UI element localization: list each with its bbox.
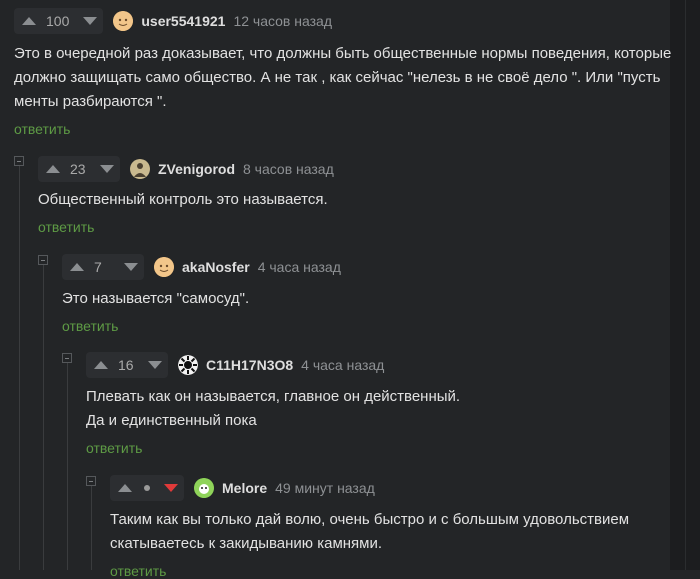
- upvote-icon[interactable]: [118, 484, 132, 492]
- avatar[interactable]: [194, 478, 214, 498]
- text-line: Это в очередной раз доказывает, что долж…: [14, 45, 672, 62]
- vote-box: 100: [14, 8, 104, 34]
- avatar-creature-icon: [194, 478, 214, 498]
- comment-header: 100 user5541921 12 часов назад: [14, 8, 332, 34]
- comment-header: 23 ZVenigorod 8 часов назад: [38, 156, 334, 182]
- comment-header: 16 C11H17N3O8 4 часа назад: [86, 352, 384, 378]
- username[interactable]: akaNosfer: [182, 259, 250, 275]
- vote-box: 7: [62, 254, 144, 280]
- text-line: Плевать как он называется, главное он де…: [86, 388, 461, 405]
- text-line: Да и единственный пока: [86, 412, 257, 429]
- comment-text: Это называется "самосуд".: [62, 287, 249, 311]
- avatar[interactable]: [113, 11, 134, 31]
- avatar[interactable]: [178, 355, 198, 375]
- avatar-face-icon: [154, 257, 174, 277]
- score: 23: [70, 161, 86, 177]
- vote-box: [110, 475, 184, 501]
- reply-link[interactable]: ответить: [38, 219, 94, 235]
- downvote-icon[interactable]: [83, 17, 98, 25]
- text-line: скатываетесь к закидыванию камнями.: [110, 535, 383, 552]
- username[interactable]: ZVenigorod: [158, 161, 235, 177]
- reply-link[interactable]: ответить: [86, 440, 142, 456]
- thread-line-3: [67, 363, 68, 570]
- upvote-icon[interactable]: [46, 165, 60, 173]
- reply-link[interactable]: ответить: [14, 121, 70, 137]
- avatar-figure-icon: [130, 159, 150, 179]
- vote-box: 23: [38, 156, 120, 182]
- text-line: Таким как вы только дай волю, очень быст…: [110, 511, 630, 528]
- comment-text: Общественный контроль это называется.: [38, 188, 328, 212]
- upvote-icon[interactable]: [94, 361, 108, 369]
- collapse-thread-3-button[interactable]: [62, 353, 72, 363]
- reply-link[interactable]: ответить: [62, 318, 118, 334]
- thread-line-4: [91, 486, 92, 570]
- right-divider: [685, 0, 686, 570]
- thread-line-2: [43, 265, 44, 570]
- collapse-thread-4-button[interactable]: [86, 476, 96, 486]
- collapse-thread-2-button[interactable]: [38, 255, 48, 265]
- timestamp[interactable]: 4 часа назад: [258, 259, 341, 275]
- timestamp[interactable]: 12 часов назад: [233, 13, 332, 29]
- timestamp[interactable]: 8 часов назад: [243, 161, 334, 177]
- avatar-face-icon: [113, 11, 134, 31]
- downvote-icon[interactable]: [148, 361, 162, 369]
- reply-link[interactable]: ответить: [110, 563, 166, 579]
- score: 7: [94, 259, 102, 275]
- comment-text: Это в очередной раз доказывает, что долж…: [14, 42, 671, 114]
- score-hidden-dot: [144, 485, 150, 491]
- comment-header: Melore 49 минут назад: [110, 475, 375, 501]
- timestamp[interactable]: 49 минут назад: [275, 480, 375, 496]
- text-line: должно защищать само общество. А не так …: [14, 69, 661, 86]
- score: 16: [118, 357, 134, 373]
- upvote-icon[interactable]: [70, 263, 84, 271]
- avatar-emblem-icon: [178, 355, 198, 375]
- text-line: менты разбираются ".: [14, 93, 167, 110]
- avatar[interactable]: [154, 257, 174, 277]
- timestamp[interactable]: 4 часа назад: [301, 357, 384, 373]
- text-line: Это называется "самосуд".: [62, 290, 250, 307]
- downvote-icon[interactable]: [124, 263, 138, 271]
- avatar[interactable]: [130, 159, 150, 179]
- username[interactable]: Melore: [222, 480, 267, 496]
- text-line: Общественный контроль это называется.: [38, 191, 328, 208]
- comment-text: Плевать как он называется, главное он де…: [86, 385, 460, 433]
- upvote-icon[interactable]: [22, 17, 36, 25]
- score: 100: [46, 13, 70, 29]
- collapse-thread-1-button[interactable]: [14, 156, 24, 166]
- comment-text: Таким как вы только дай волю, очень быст…: [110, 508, 629, 556]
- username[interactable]: C11H17N3O8: [206, 357, 293, 373]
- downvote-icon[interactable]: [164, 484, 178, 492]
- comment-header: 7 akaNosfer 4 часа назад: [62, 254, 341, 280]
- thread-line-1: [19, 166, 20, 570]
- vote-box: 16: [86, 352, 168, 378]
- username[interactable]: user5541921: [141, 13, 225, 29]
- downvote-icon[interactable]: [100, 165, 114, 173]
